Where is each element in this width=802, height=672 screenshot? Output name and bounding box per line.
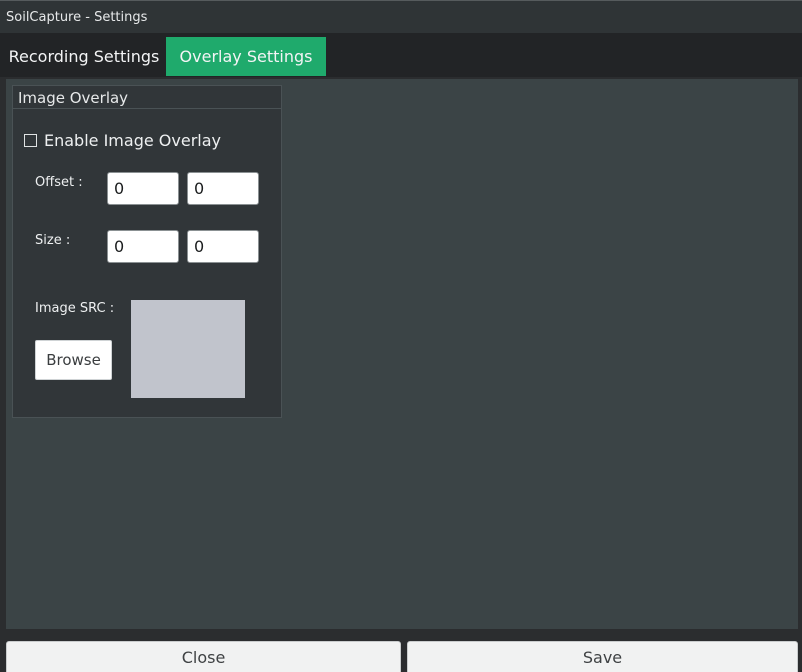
close-button[interactable]: Close <box>6 641 401 672</box>
image-preview <box>131 300 245 398</box>
tab-bar: Recording Settings Overlay Settings <box>0 33 802 77</box>
settings-window: SoilCapture - Settings Recording Setting… <box>0 0 802 672</box>
checkbox-icon[interactable] <box>24 133 37 147</box>
offset-x-input[interactable] <box>107 172 179 205</box>
enable-image-overlay-label: Enable Image Overlay <box>44 130 221 150</box>
image-src-label: Image SRC : <box>35 301 115 316</box>
browse-button[interactable]: Browse <box>35 340 112 380</box>
size-width-input[interactable] <box>107 230 179 263</box>
tab-recording-settings[interactable]: Recording Settings <box>2 37 166 76</box>
enable-image-overlay-checkbox[interactable]: Enable Image Overlay <box>24 130 221 150</box>
size-label: Size : <box>35 233 71 248</box>
group-header: Image Overlay <box>13 86 281 109</box>
tab-overlay-settings[interactable]: Overlay Settings <box>166 37 326 76</box>
title-bar: SoilCapture - Settings <box>0 0 802 33</box>
offset-label: Offset : <box>35 175 83 190</box>
group-title: Image Overlay <box>18 89 129 107</box>
size-height-input[interactable] <box>187 230 259 263</box>
image-overlay-group: Image Overlay Enable Image Overlay Offse… <box>12 85 282 418</box>
window-title: SoilCapture - Settings <box>6 10 148 25</box>
save-button[interactable]: Save <box>407 641 798 672</box>
offset-y-input[interactable] <box>187 172 259 205</box>
tab-content-panel: Image Overlay Enable Image Overlay Offse… <box>6 79 798 629</box>
